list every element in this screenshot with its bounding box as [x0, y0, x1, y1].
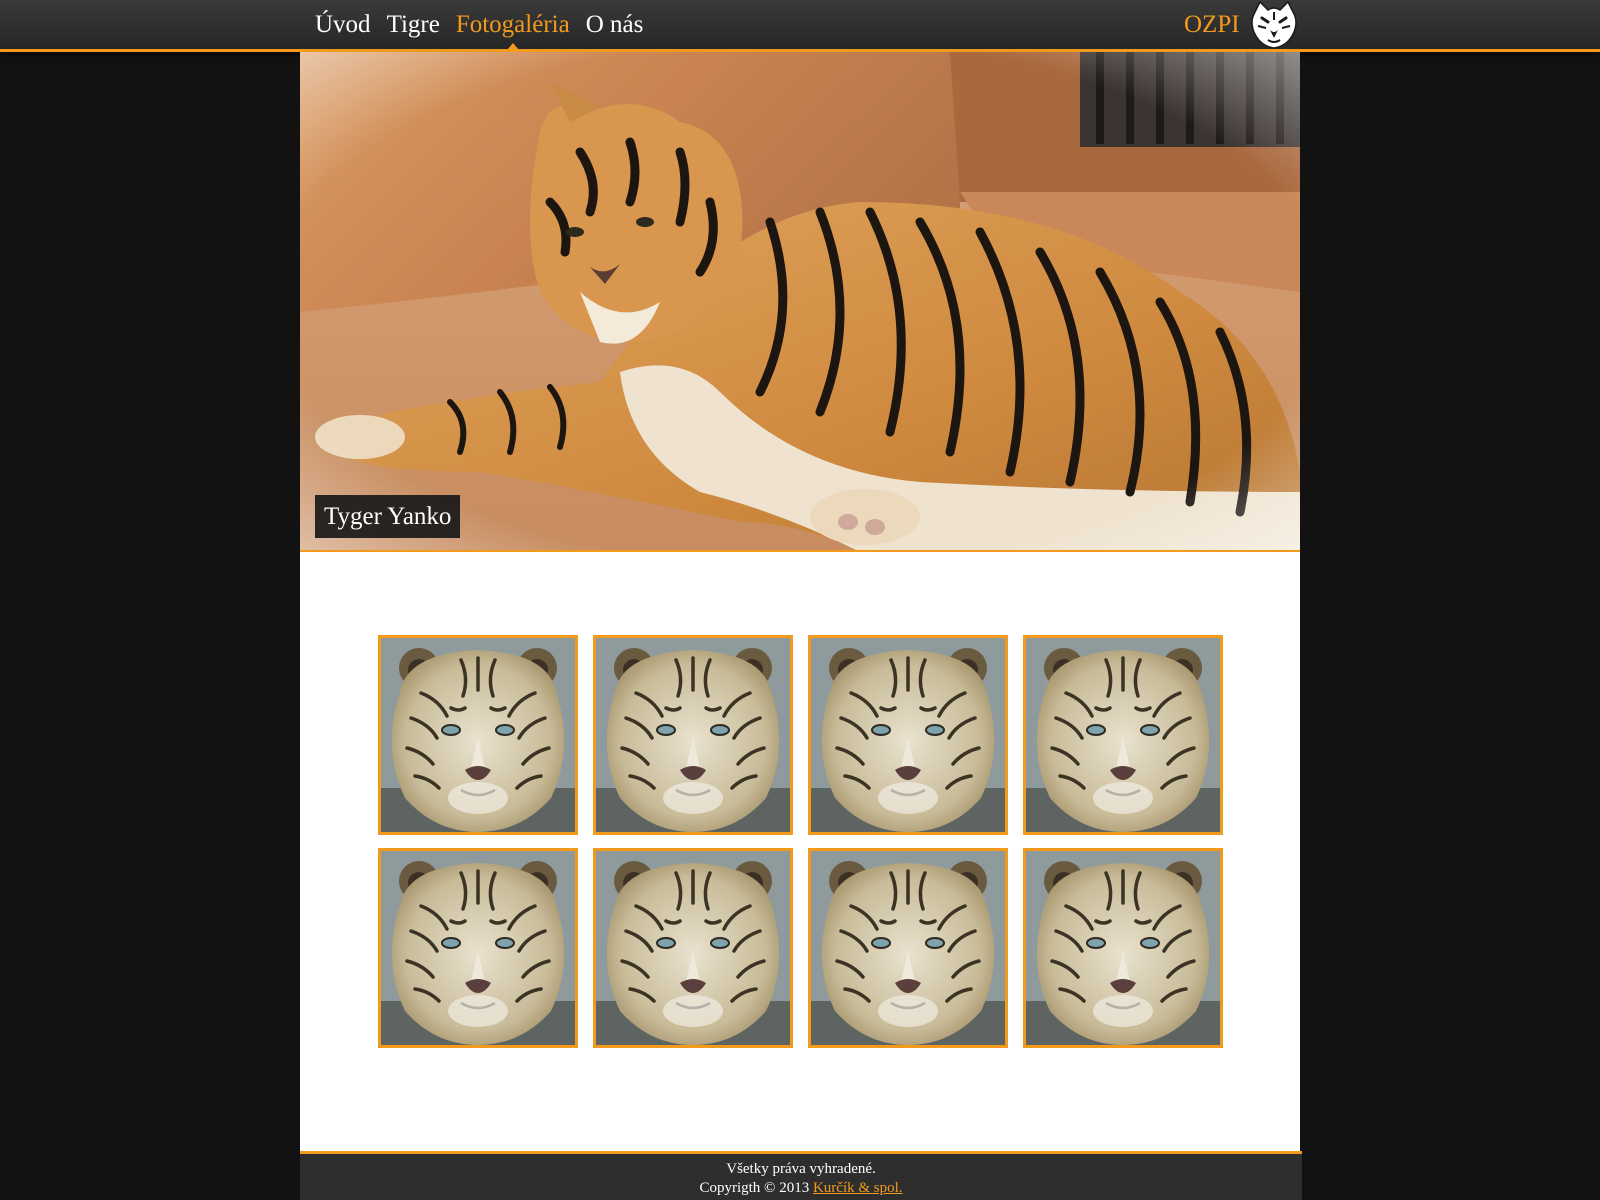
footer-author-link[interactable]: Kurčík & spol.	[813, 1180, 903, 1196]
gallery-thumbnail[interactable]	[808, 635, 1008, 835]
white-tiger-face-photo	[596, 638, 790, 832]
hero-banner[interactable]: Tyger Yanko	[300, 52, 1300, 552]
white-tiger-face-photo	[811, 851, 1005, 1045]
white-tiger-face-photo	[596, 851, 790, 1045]
reclining-tiger-photo	[300, 52, 1300, 550]
main-content: Tyger Yanko	[300, 52, 1300, 1153]
brand-name: OZPI	[1184, 10, 1240, 38]
gallery-thumbnail[interactable]	[378, 635, 578, 835]
footer-copyright-text: Copyrigth © 2013	[699, 1180, 810, 1196]
nav-item-fotogaleria[interactable]: Fotogaléria	[455, 0, 570, 50]
white-tiger-face-photo	[1026, 851, 1220, 1045]
page-footer: Všetky práva vyhradené. Copyrigth © 2013…	[300, 1151, 1302, 1200]
top-navigation-bar: Úvod Tigre Fotogaléria O nás OZPI	[0, 0, 1600, 52]
nav-item-tigre[interactable]: Tigre	[387, 0, 440, 49]
white-tiger-face-photo	[381, 638, 575, 832]
nav-item-o-nas[interactable]: O nás	[586, 0, 644, 49]
brand-logo-link[interactable]: OZPI	[1184, 0, 1300, 49]
tiger-head-logo-icon	[1250, 0, 1297, 49]
nav-item-label: Fotogaléria	[455, 11, 570, 38]
hero-caption: Tyger Yanko	[315, 495, 461, 538]
white-tiger-face-photo	[811, 638, 1005, 832]
white-tiger-face-photo	[381, 851, 575, 1045]
active-indicator-caret-icon	[506, 43, 519, 50]
gallery-thumbnail[interactable]	[1023, 848, 1223, 1048]
main-nav: Úvod Tigre Fotogaléria O nás	[315, 0, 659, 50]
gallery-thumbnail[interactable]	[378, 848, 578, 1048]
white-tiger-face-photo	[1026, 638, 1220, 832]
footer-rights-text: Všetky práva vyhradené.	[726, 1161, 876, 1177]
gallery-thumbnail[interactable]	[593, 635, 793, 835]
gallery-thumbnail[interactable]	[593, 848, 793, 1048]
nav-item-uvod[interactable]: Úvod	[315, 0, 371, 49]
gallery-thumbnail[interactable]	[1023, 635, 1223, 835]
gallery-thumbnail[interactable]	[808, 848, 1008, 1048]
footer-copyright: Copyrigth © 2013 Kurčík & spol.	[300, 1179, 1302, 1198]
photo-gallery-grid	[378, 635, 1228, 1048]
